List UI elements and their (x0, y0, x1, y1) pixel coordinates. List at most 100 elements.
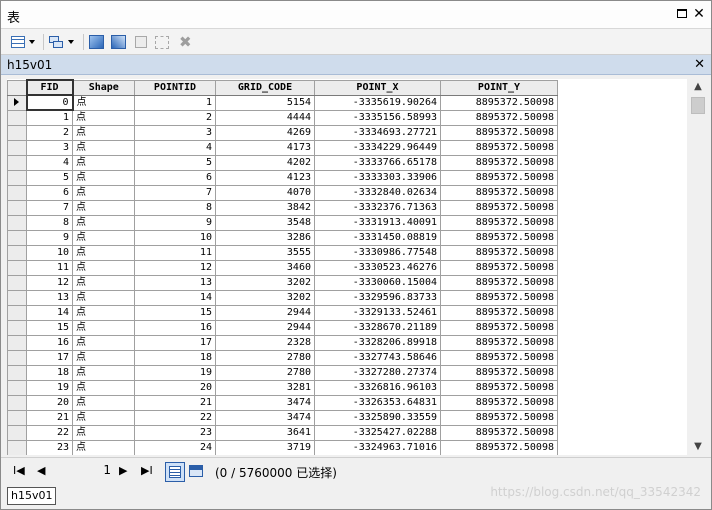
cell-point-y[interactable]: 8895372.50098 (440, 124, 558, 141)
cell-grid-code[interactable]: 3202 (215, 289, 315, 306)
cell-fid[interactable]: 1 (26, 109, 73, 126)
cell-grid-code[interactable]: 3555 (215, 244, 315, 261)
cell-fid[interactable]: 23 (26, 439, 73, 455)
current-record-input[interactable]: 1 (63, 463, 111, 477)
table-row[interactable]: 19 点 20 3281 -3326816.96103 8895372.50098 (7, 379, 558, 396)
cell-point-y[interactable]: 8895372.50098 (440, 304, 558, 321)
cell-point-y[interactable]: 8895372.50098 (440, 214, 558, 231)
cell-pointid[interactable]: 18 (134, 349, 216, 366)
cell-fid[interactable]: 2 (26, 124, 73, 141)
cell-fid[interactable]: 10 (26, 244, 73, 261)
delete-selected-icon[interactable] (155, 33, 171, 51)
cell-point-x[interactable]: -3331913.40091 (314, 214, 441, 231)
row-selector[interactable] (7, 124, 27, 141)
cell-point-x[interactable]: -3335619.90264 (314, 94, 441, 111)
column-header-pointid[interactable]: POINTID (134, 79, 216, 96)
cell-point-y[interactable]: 8895372.50098 (440, 439, 558, 455)
cell-point-x[interactable]: -3329596.83733 (314, 289, 441, 306)
cell-shape[interactable]: 点 (72, 394, 135, 411)
cell-point-x[interactable]: -3326353.64831 (314, 394, 441, 411)
cell-point-x[interactable]: -3330523.46276 (314, 259, 441, 276)
cell-grid-code[interactable]: 4202 (215, 154, 315, 171)
cell-grid-code[interactable]: 3641 (215, 424, 315, 441)
row-selector[interactable] (7, 94, 27, 111)
next-record-icon[interactable]: ▶ (119, 464, 127, 478)
row-selector[interactable] (7, 169, 27, 186)
cell-fid[interactable]: 12 (26, 274, 73, 291)
table-row[interactable]: 15 点 16 2944 -3328670.21189 8895372.50098 (7, 319, 558, 336)
row-selector[interactable] (7, 184, 27, 201)
cell-point-x[interactable]: -3330986.77548 (314, 244, 441, 261)
cell-fid[interactable]: 3 (26, 139, 73, 156)
cell-fid[interactable]: 21 (26, 409, 73, 426)
cell-point-y[interactable]: 8895372.50098 (440, 364, 558, 381)
select-by-attributes-icon[interactable] (89, 33, 105, 51)
cell-fid[interactable]: 5 (26, 169, 73, 186)
table-row[interactable]: 22 点 23 3641 -3325427.02288 8895372.50098 (7, 424, 558, 441)
cell-pointid[interactable]: 14 (134, 289, 216, 306)
cell-grid-code[interactable]: 2944 (215, 319, 315, 336)
cell-grid-code[interactable]: 2944 (215, 304, 315, 321)
cell-point-y[interactable]: 8895372.50098 (440, 274, 558, 291)
show-all-records-icon[interactable] (165, 462, 185, 482)
cell-pointid[interactable]: 21 (134, 394, 216, 411)
cell-point-x[interactable]: -3331450.08819 (314, 229, 441, 246)
cell-grid-code[interactable]: 3202 (215, 274, 315, 291)
cell-fid[interactable]: 11 (26, 259, 73, 276)
cell-point-y[interactable]: 8895372.50098 (440, 154, 558, 171)
cell-pointid[interactable]: 2 (134, 109, 216, 126)
cell-fid[interactable]: 14 (26, 304, 73, 321)
cell-shape[interactable]: 点 (72, 334, 135, 351)
cell-point-x[interactable]: -3334229.96449 (314, 139, 441, 156)
cell-point-x[interactable]: -3328670.21189 (314, 319, 441, 336)
bottom-tab-h15v01[interactable]: h15v01 (7, 487, 57, 505)
row-selector[interactable] (7, 409, 27, 426)
cell-fid[interactable]: 0 (25, 94, 74, 111)
cell-point-x[interactable]: -3326816.96103 (314, 379, 441, 396)
row-selector[interactable] (7, 199, 27, 216)
cell-point-y[interactable]: 8895372.50098 (440, 334, 558, 351)
table-row[interactable]: 14 点 15 2944 -3329133.52461 8895372.50098 (7, 304, 558, 321)
cell-grid-code[interactable]: 2780 (215, 349, 315, 366)
cell-point-y[interactable]: 8895372.50098 (440, 244, 558, 261)
row-selector[interactable] (7, 229, 27, 246)
row-selector[interactable] (7, 349, 27, 366)
table-options-icon[interactable] (11, 33, 39, 51)
table-row[interactable]: 11 点 12 3460 -3330523.46276 8895372.50098 (7, 259, 558, 276)
cell-shape[interactable]: 点 (72, 244, 135, 261)
cell-pointid[interactable]: 19 (134, 364, 216, 381)
cell-pointid[interactable]: 13 (134, 274, 216, 291)
cell-grid-code[interactable]: 2328 (215, 334, 315, 351)
cell-pointid[interactable]: 9 (134, 214, 216, 231)
cell-shape[interactable]: 点 (72, 319, 135, 336)
cell-point-y[interactable]: 8895372.50098 (440, 349, 558, 366)
cell-pointid[interactable]: 6 (134, 169, 216, 186)
cell-fid[interactable]: 4 (26, 154, 73, 171)
maximize-icon[interactable] (675, 7, 689, 21)
related-tables-icon[interactable] (49, 33, 77, 51)
cell-point-y[interactable]: 8895372.50098 (440, 424, 558, 441)
cell-shape[interactable]: 点 (72, 169, 135, 186)
cell-shape[interactable]: 点 (72, 349, 135, 366)
table-row[interactable]: 13 点 14 3202 -3329596.83733 8895372.50098 (7, 289, 558, 306)
cell-grid-code[interactable]: 4070 (215, 184, 315, 201)
cell-fid[interactable]: 7 (26, 199, 73, 216)
cell-point-y[interactable]: 8895372.50098 (440, 94, 558, 111)
table-row[interactable]: 6 点 7 4070 -3332840.02634 8895372.50098 (7, 184, 558, 201)
table-row[interactable]: 23 点 24 3719 -3324963.71016 8895372.50098 (7, 439, 558, 455)
row-selector[interactable] (7, 394, 27, 411)
cell-grid-code[interactable]: 5154 (215, 94, 315, 111)
cell-shape[interactable]: 点 (72, 304, 135, 321)
row-selector[interactable] (7, 139, 27, 156)
cell-grid-code[interactable]: 4123 (215, 169, 315, 186)
cell-grid-code[interactable]: 4444 (215, 109, 315, 126)
row-selector[interactable] (7, 319, 27, 336)
table-row[interactable]: 1 点 2 4444 -3335156.58993 8895372.50098 (7, 109, 558, 126)
table-row[interactable]: 5 点 6 4123 -3333303.33906 8895372.50098 (7, 169, 558, 186)
cell-pointid[interactable]: 1 (134, 94, 216, 111)
row-selector[interactable] (7, 334, 27, 351)
show-selected-records-icon[interactable] (189, 465, 203, 477)
cell-fid[interactable]: 20 (26, 394, 73, 411)
tab-close-icon[interactable]: ✕ (694, 57, 705, 72)
column-header-point-y[interactable]: POINT_Y (440, 79, 558, 96)
